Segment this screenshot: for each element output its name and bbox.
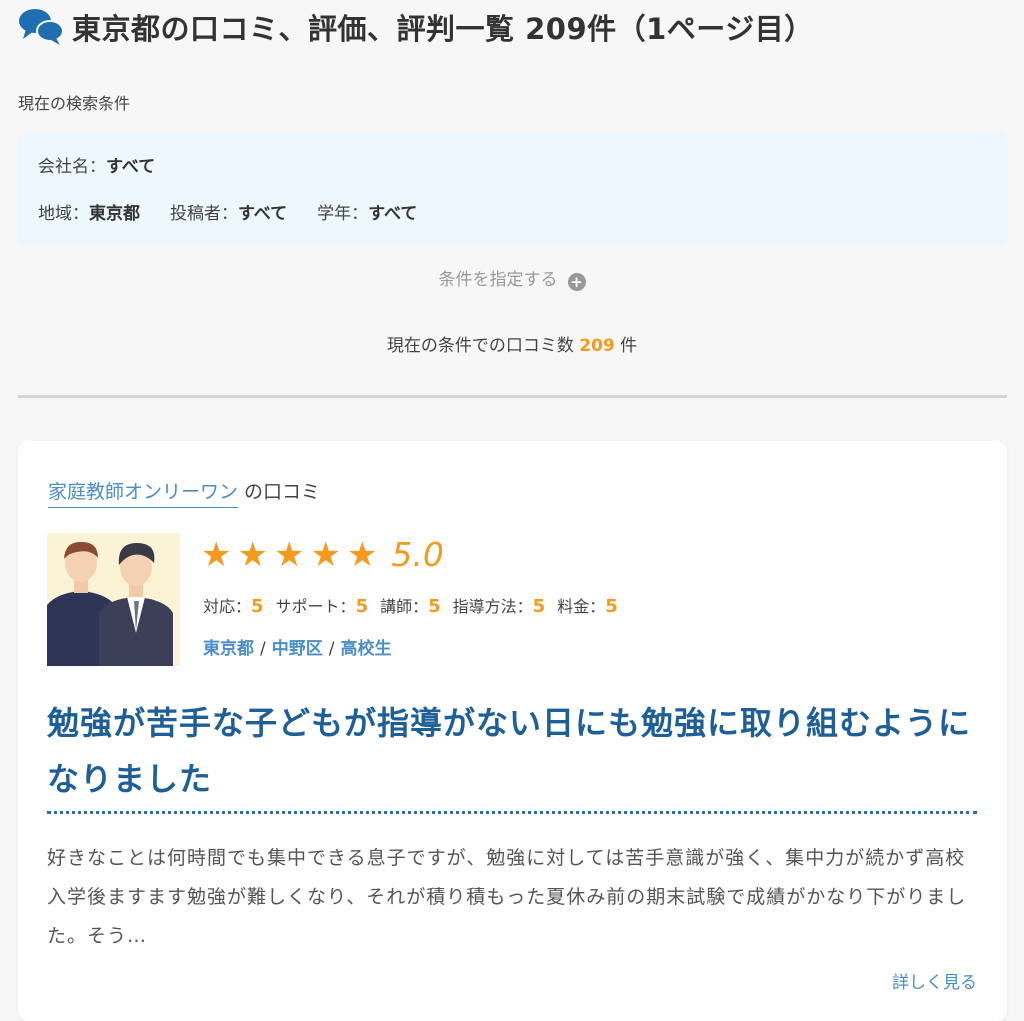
sub-rating: 対応：5	[203, 593, 264, 617]
specify-conditions-label: 条件を指定する	[438, 270, 558, 290]
sub-rating: 指導方法：5	[453, 593, 546, 617]
condition-grade: 学年：すべて	[317, 199, 417, 224]
tag-separator: /	[328, 639, 335, 659]
tag-separator: /	[260, 639, 266, 659]
sub-rating-label: 講師：	[380, 597, 429, 616]
condition-region: 地域：東京都	[38, 199, 140, 224]
sub-rating-value: 5	[251, 596, 264, 617]
review-count-prefix: 現在の条件での口コミ数	[386, 336, 574, 356]
condition-grade-label: 学年：	[317, 204, 369, 224]
star-icon: ★	[346, 534, 378, 575]
search-conditions-box: 会社名：すべて 地域：東京都 投稿者：すべて 学年：すべて	[18, 132, 1007, 246]
tag-grade[interactable]: 高校生	[340, 639, 391, 659]
company-suffix: の口コミ	[244, 481, 321, 503]
star-icon: ★	[237, 534, 268, 575]
sub-rating-value: 5	[428, 596, 441, 617]
sub-rating-value: 5	[605, 596, 618, 617]
review-company: 家庭教師オンリーワン の口コミ	[48, 477, 321, 508]
page-title: 東京都の口コミ、評価、評判一覧 209件（1ページ目）	[18, 6, 1014, 48]
star-icon: ★	[273, 534, 305, 575]
condition-company: 会社名：すべて	[38, 152, 155, 177]
sub-rating-label: 指導方法：	[452, 597, 533, 616]
condition-company-label: 会社名：	[38, 157, 106, 177]
sub-rating-value: 5	[355, 596, 369, 617]
condition-poster-value: すべて	[238, 204, 288, 224]
star-rating: ★ ★ ★ ★ ★ 5.0	[201, 535, 444, 574]
sub-rating: 料金：5	[557, 593, 618, 617]
star-icon: ★	[310, 534, 341, 575]
read-more-link[interactable]: 詳しく見る	[892, 968, 977, 993]
review-count-value: 209	[579, 336, 615, 356]
reviewer-avatar	[47, 533, 180, 666]
conditions-heading: 現在の検索条件	[18, 94, 131, 113]
sub-rating-value: 5	[532, 596, 546, 617]
tag-region[interactable]: 東京都	[203, 639, 254, 659]
condition-company-value: すべて	[106, 157, 156, 177]
specify-conditions-button[interactable]: 条件を指定する +	[0, 265, 1024, 291]
sub-rating-label: サポート：	[275, 597, 356, 616]
sub-rating-label: 料金：	[557, 597, 606, 616]
review-body: 好きなことは何時間でも集中できる息子ですが、勉強に対しては苦手意識が強く、集中力…	[47, 847, 967, 947]
tag-city[interactable]: 中野区	[272, 639, 323, 659]
company-link[interactable]: 家庭教師オンリーワン	[48, 481, 239, 508]
sub-rating-label: 対応：	[203, 597, 252, 616]
rating-score: 5.0	[391, 535, 444, 574]
divider	[18, 395, 1007, 398]
sub-ratings: 対応：5 サポート：5 講師：5 指導方法：5 料金：5	[203, 593, 618, 617]
plus-circle-icon: +	[567, 273, 586, 291]
condition-grade-value: すべて	[368, 204, 418, 224]
sub-rating: サポート：5	[276, 593, 369, 617]
review-title[interactable]: 勉強が苦手な子どもが指導がない日にも勉強に取り組むようになりました	[47, 695, 977, 814]
condition-poster: 投稿者：すべて	[170, 199, 287, 224]
speech-bubbles-icon	[19, 9, 64, 45]
review-count: 現在の条件での口コミ数 209 件	[0, 331, 1024, 356]
star-icon: ★	[201, 534, 232, 575]
review-count-suffix: 件	[620, 336, 638, 356]
sub-rating: 講師：5	[380, 593, 441, 617]
review-tags: 東京都 / 中野区 / 高校生	[203, 634, 391, 659]
condition-region-value: 東京都	[89, 204, 140, 224]
condition-region-label: 地域：	[38, 204, 89, 224]
condition-poster-label: 投稿者：	[170, 204, 238, 224]
review-card: 家庭教師オンリーワン の口コミ ★ ★ ★ ★ ★ 5.0 対応：5 サポート：5…	[18, 441, 1007, 1021]
page-title-text: 東京都の口コミ、評価、評判一覧 209件（1ページ目）	[72, 12, 814, 46]
